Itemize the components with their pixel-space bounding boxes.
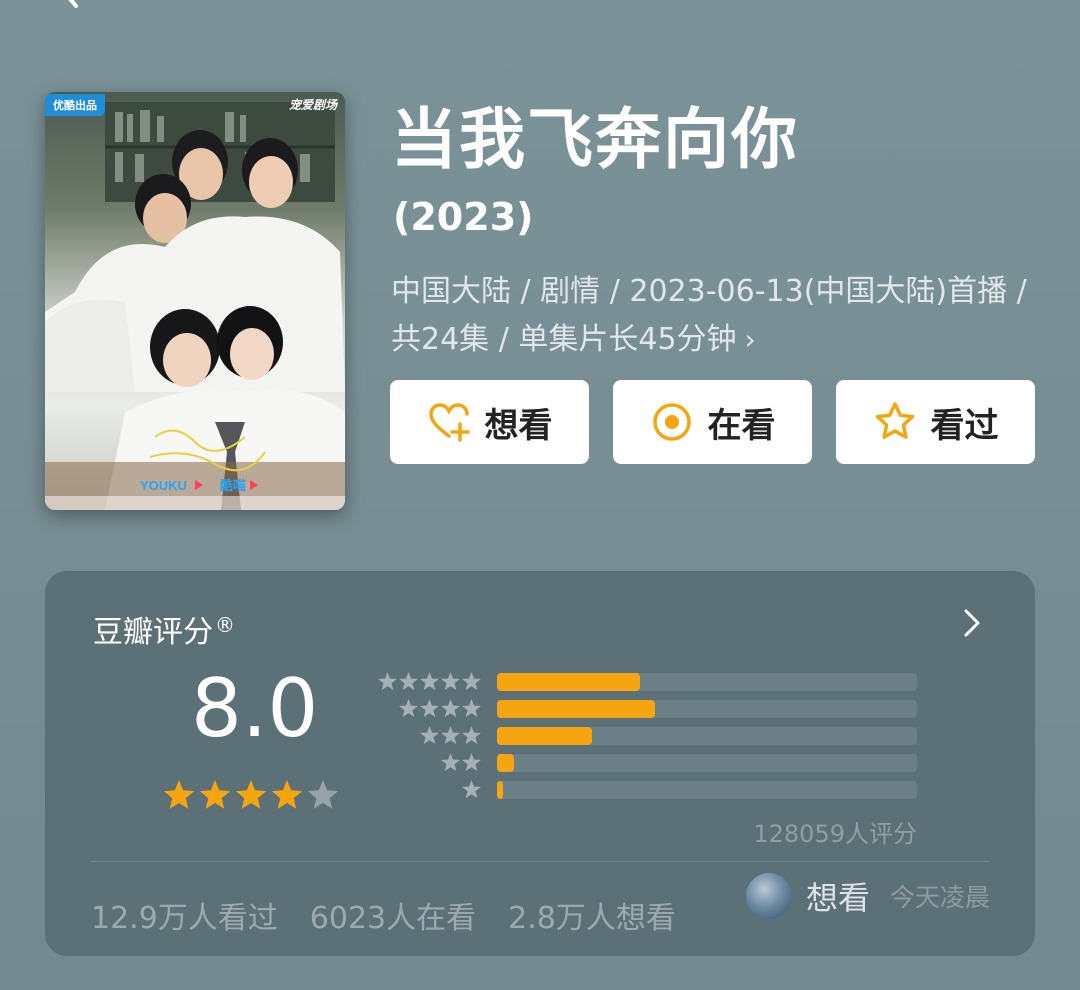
star-filled-icon — [163, 780, 195, 809]
small-star-icon — [462, 753, 481, 772]
want-to-watch-label: 想看 — [484, 405, 553, 446]
rating-score: 8.0 — [191, 662, 319, 755]
movie-meta-text: 中国大陆 / 剧情 / 2023-06-13(中国大陆)首播 / 共24集 / … — [391, 274, 1027, 357]
rating-bar-track — [497, 673, 917, 691]
rating-bar-track — [497, 781, 917, 799]
target-icon — [652, 403, 691, 441]
small-star-icon — [420, 699, 439, 718]
watching-button[interactable]: 在看 — [613, 380, 812, 464]
svg-text:酷喵: 酷喵 — [220, 478, 246, 494]
star-filled-icon — [271, 780, 303, 809]
rating-row-5-star — [377, 671, 922, 693]
rating-bar-fill — [497, 727, 592, 745]
small-star-icon — [441, 753, 460, 772]
rating-row-4-star — [377, 698, 922, 720]
friend-activity[interactable]: 想看 今天凌晨 — [746, 873, 990, 919]
divider — [90, 861, 990, 862]
poster-brand-logo: 宠爱剧场 — [288, 98, 337, 112]
small-star-icon — [399, 699, 418, 718]
star-outline-icon — [875, 402, 914, 439]
small-star-icon — [462, 699, 481, 718]
small-star-icon — [441, 726, 460, 745]
poster-artwork: YOUKU 酷喵 — [45, 102, 345, 510]
star-row-icon — [420, 726, 481, 745]
movie-meta[interactable]: 中国大陆 / 剧情 / 2023-06-13(中国大陆)首播 / 共24集 / … — [391, 268, 1031, 364]
chevron-right-icon: › — [744, 323, 756, 356]
rating-bar-fill — [497, 781, 504, 799]
star-row-icon — [462, 780, 481, 799]
poster-image[interactable]: YOUKU 酷喵 优酷出品 宠爱剧场 — [45, 92, 345, 510]
poster-badge: 优酷出品 — [45, 94, 105, 116]
svg-text:YOUKU: YOUKU — [140, 478, 187, 493]
small-star-icon — [462, 780, 481, 799]
chevron-right-icon[interactable] — [961, 607, 983, 639]
rating-bar-track — [497, 700, 917, 718]
registered-mark: ® — [215, 613, 235, 637]
rating-card[interactable]: 豆瓣评分 ® 8.0 128059人评分 12.9万人看过 6023人在看 2.8… — [45, 571, 1035, 956]
star-empty-icon — [307, 780, 339, 809]
rating-row-1-star — [377, 779, 922, 801]
rating-row-2-star — [377, 752, 922, 774]
small-star-icon — [399, 672, 418, 691]
rating-row-3-star — [377, 725, 922, 747]
movie-detail-page: YOUKU 酷喵 优酷出品 宠爱剧场 当我飞奔向你 (2023) 中国大陆 / … — [0, 0, 1080, 990]
rating-count: 128059人评分 — [753, 820, 917, 848]
small-star-icon — [441, 672, 460, 691]
star-row-icon — [441, 753, 481, 772]
small-star-icon — [462, 672, 481, 691]
small-star-icon — [378, 672, 397, 691]
movie-title: 当我飞奔向你 — [391, 101, 799, 178]
star-filled-icon — [235, 780, 267, 809]
star-row-icon — [399, 699, 481, 718]
small-star-icon — [420, 672, 439, 691]
rating-title: 豆瓣评分 ® — [93, 607, 235, 651]
star-filled-icon — [199, 780, 231, 809]
audience-stats: 12.9万人看过 6023人在看 2.8万人想看 — [91, 893, 676, 937]
want-count[interactable]: 2.8万人想看 — [508, 893, 676, 937]
friend-time: 今天凌晨 — [890, 883, 991, 912]
star-row-icon — [378, 672, 481, 691]
movie-year: (2023) — [393, 195, 534, 239]
watching-count[interactable]: 6023人在看 — [310, 893, 476, 937]
rating-stars — [163, 780, 339, 809]
rating-title-text: 豆瓣评分 — [93, 615, 213, 650]
small-star-icon — [441, 699, 460, 718]
rating-bar-track — [497, 727, 917, 745]
chevron-left-icon[interactable] — [58, 0, 84, 8]
small-star-icon — [420, 726, 439, 745]
rating-bar-fill — [497, 700, 655, 718]
rating-bar-track — [497, 754, 917, 772]
small-star-icon — [462, 726, 481, 745]
rating-bar-fill — [497, 673, 640, 691]
avatar — [746, 873, 792, 919]
heart-plus-icon — [428, 403, 470, 442]
friend-action: 想看 — [806, 879, 871, 917]
watched-count[interactable]: 12.9万人看过 — [91, 893, 278, 937]
watched-label: 看过 — [930, 405, 999, 446]
watching-label: 在看 — [707, 405, 776, 446]
watched-button[interactable]: 看过 — [836, 380, 1035, 464]
rating-bar-fill — [497, 754, 514, 772]
want-to-watch-button[interactable]: 想看 — [390, 380, 589, 464]
